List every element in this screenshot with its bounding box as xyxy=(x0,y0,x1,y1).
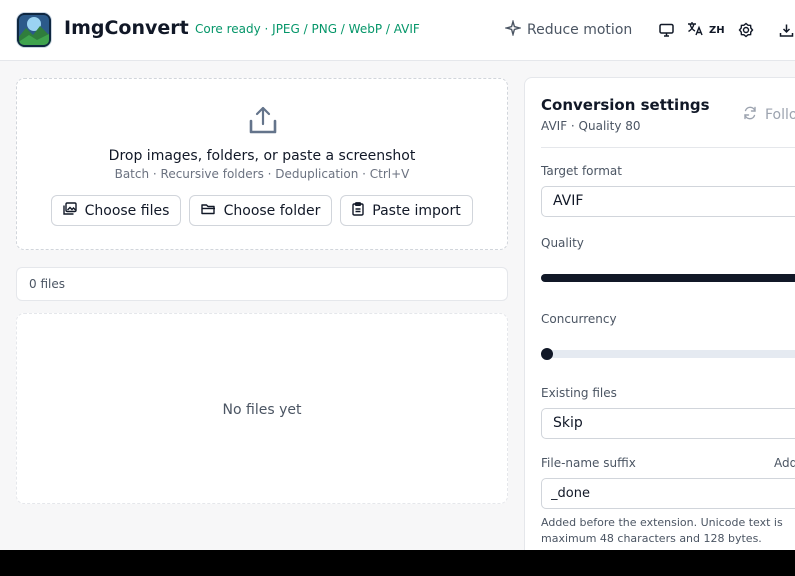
file-count: 0 files xyxy=(29,277,65,291)
quality-label: Quality xyxy=(541,236,584,250)
drop-zone-title: Drop images, folders, or paste a screens… xyxy=(108,148,416,164)
conversion-settings-panel: Conversion settings AVIF · Quality 80 Fo… xyxy=(524,77,795,550)
sparkle-icon xyxy=(503,18,523,40)
suffix-label: File-name suffix xyxy=(541,456,636,470)
file-list: No files yet xyxy=(16,313,508,504)
suffix-hint: Added before the extension. Unicode text… xyxy=(541,516,783,545)
empty-state-text: No files yet xyxy=(222,402,302,418)
reduce-motion-label: Reduce motion xyxy=(527,22,633,38)
folder-icon xyxy=(200,203,216,219)
quality-slider[interactable] xyxy=(541,274,795,282)
existing-files-value: Skip xyxy=(553,415,583,431)
follow-label: Follo xyxy=(765,107,795,123)
logo-icon xyxy=(17,13,51,47)
language-label: ZH xyxy=(709,24,725,36)
translate-icon xyxy=(687,21,703,39)
suffix-input[interactable] xyxy=(541,478,795,509)
app-name: ImgConvert xyxy=(64,17,189,39)
images-icon xyxy=(62,202,77,219)
choose-folder-label: Choose folder xyxy=(223,202,321,219)
settings-summary: AVIF · Quality 80 xyxy=(541,119,641,133)
settings-divider xyxy=(541,147,795,148)
paste-import-label: Paste import xyxy=(372,202,461,219)
existing-files-label: Existing files xyxy=(541,386,617,400)
concurrency-slider[interactable] xyxy=(541,348,795,360)
target-format-value: AVIF xyxy=(553,193,584,209)
quality-slider-fill xyxy=(541,274,795,282)
theme-icon[interactable] xyxy=(737,21,754,39)
top-header: ImgConvert Core ready · JPEG / PNG / Web… xyxy=(0,0,795,61)
concurrency-slider-thumb[interactable] xyxy=(541,348,553,360)
target-format-label: Target format xyxy=(541,164,622,178)
target-format-select[interactable]: AVIF xyxy=(541,186,795,217)
core-status-badge: Core ready · JPEG / PNG / WebP / AVIF xyxy=(195,22,420,36)
existing-files-select[interactable]: Skip xyxy=(541,408,795,439)
follow-button[interactable]: Follo xyxy=(743,106,795,124)
upload-icon xyxy=(248,105,278,139)
settings-title: Conversion settings xyxy=(541,96,710,114)
concurrency-label: Concurrency xyxy=(541,312,617,326)
paste-import-button[interactable]: Paste import xyxy=(340,195,473,226)
clipboard-icon xyxy=(352,201,364,220)
file-count-bar: 0 files xyxy=(16,267,508,301)
monitor-icon[interactable] xyxy=(658,21,674,39)
choose-files-button[interactable]: Choose files xyxy=(51,195,181,226)
refresh-icon xyxy=(743,106,757,124)
choose-folder-button[interactable]: Choose folder xyxy=(189,195,332,226)
download-icon[interactable] xyxy=(778,21,794,39)
app-window: ImgConvert Core ready · JPEG / PNG / Web… xyxy=(0,0,795,550)
reduce-motion-toggle[interactable]: Reduce motion xyxy=(503,18,633,41)
language-button[interactable]: ZH xyxy=(687,21,725,39)
drop-zone[interactable]: Drop images, folders, or paste a screens… xyxy=(16,78,508,250)
suffix-add-button[interactable]: Add xyxy=(774,456,795,470)
choose-files-label: Choose files xyxy=(84,202,170,219)
bottom-bar xyxy=(0,550,795,576)
drop-zone-subtitle: Batch · Recursive folders · Deduplicatio… xyxy=(114,167,410,181)
